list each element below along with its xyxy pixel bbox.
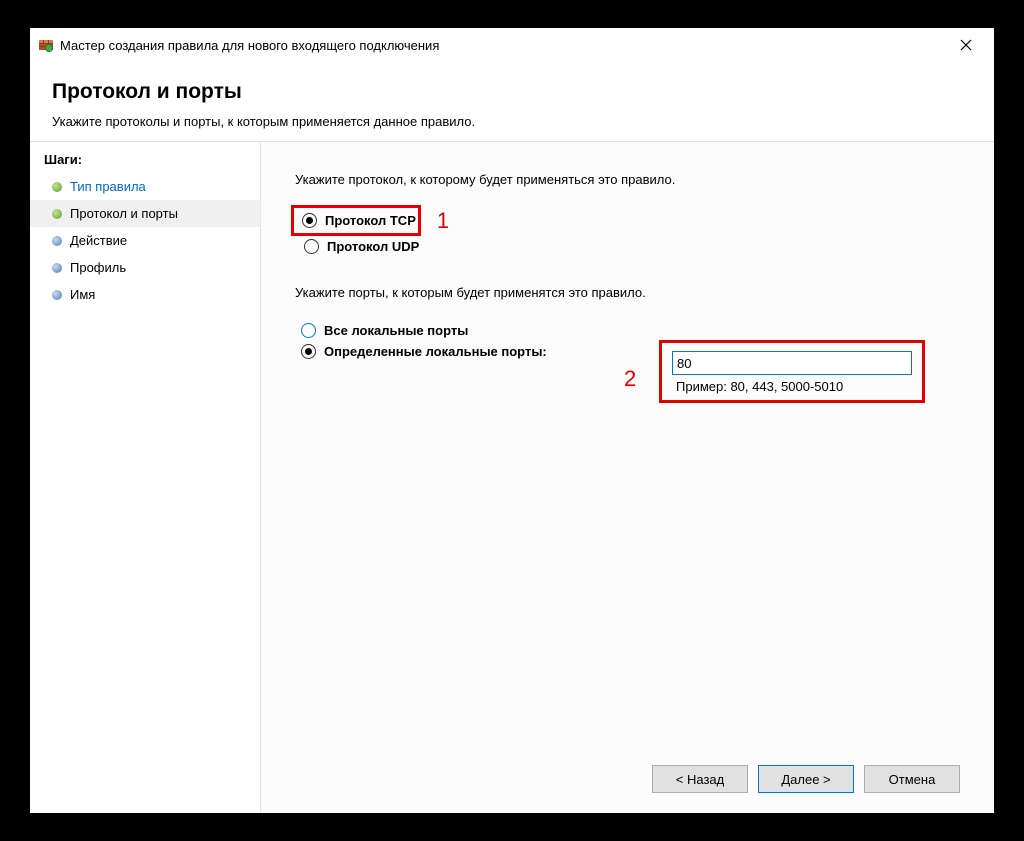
port-example: Пример: 80, 443, 5000-5010 bbox=[672, 379, 912, 394]
protocol-prompt: Укажите протокол, к которому будет приме… bbox=[295, 172, 960, 187]
step-protocol-ports[interactable]: Протокол и порты bbox=[30, 200, 260, 227]
window-title: Мастер создания правила для нового входя… bbox=[60, 38, 940, 53]
step-bullet-icon bbox=[52, 182, 62, 192]
step-label: Имя bbox=[70, 287, 95, 302]
ports-input-area: Пример: 80, 443, 5000-5010 bbox=[659, 340, 925, 403]
annotation-box-1: Протокол TCP bbox=[291, 205, 421, 236]
close-button[interactable] bbox=[946, 31, 986, 59]
radio-tcp[interactable] bbox=[302, 213, 317, 228]
step-label: Протокол и порты bbox=[70, 206, 178, 221]
page-title: Протокол и порты bbox=[52, 80, 972, 104]
steps-header: Шаги: bbox=[30, 148, 260, 173]
step-rule-type[interactable]: Тип правила bbox=[30, 173, 260, 200]
radio-all-ports-label[interactable]: Все локальные порты bbox=[324, 323, 468, 338]
step-name[interactable]: Имя bbox=[30, 281, 260, 308]
wizard-body: Шаги: Тип правила Протокол и порты Дейст… bbox=[30, 141, 994, 813]
step-bullet-icon bbox=[52, 290, 62, 300]
content-inner: Укажите протокол, к которому будет приме… bbox=[295, 172, 960, 751]
steps-sidebar: Шаги: Тип правила Протокол и порты Дейст… bbox=[30, 142, 260, 813]
next-button[interactable]: Далее > bbox=[758, 765, 854, 793]
titlebar: Мастер создания правила для нового входя… bbox=[30, 28, 994, 62]
step-label: Тип правила bbox=[70, 179, 146, 194]
back-button[interactable]: < Назад bbox=[652, 765, 748, 793]
step-bullet-icon bbox=[52, 236, 62, 246]
wizard-window: Мастер создания правила для нового входя… bbox=[30, 28, 994, 813]
wizard-header: Протокол и порты Укажите протоколы и пор… bbox=[30, 62, 994, 141]
port-input[interactable] bbox=[672, 351, 912, 375]
step-bullet-icon bbox=[52, 209, 62, 219]
close-icon bbox=[960, 39, 972, 51]
radio-specific-ports[interactable] bbox=[301, 344, 316, 359]
annotation-box-2: Пример: 80, 443, 5000-5010 bbox=[659, 340, 925, 403]
radio-tcp-row[interactable]: Протокол TCP bbox=[296, 210, 416, 231]
radio-specific-ports-label[interactable]: Определенные локальные порты: bbox=[324, 344, 547, 359]
protocol-group: Протокол TCP 1 Протокол UDP bbox=[295, 205, 960, 257]
wizard-footer: < Назад Далее > Отмена bbox=[295, 751, 960, 793]
page-subtitle: Укажите протоколы и порты, к которым при… bbox=[52, 114, 972, 129]
radio-tcp-label[interactable]: Протокол TCP bbox=[325, 213, 416, 228]
wizard-content: Укажите протокол, к которому будет приме… bbox=[260, 142, 994, 813]
step-bullet-icon bbox=[52, 263, 62, 273]
radio-udp[interactable] bbox=[304, 239, 319, 254]
firewall-icon bbox=[38, 37, 54, 53]
step-action[interactable]: Действие bbox=[30, 227, 260, 254]
radio-udp-label[interactable]: Протокол UDP bbox=[327, 239, 419, 254]
radio-all-ports[interactable] bbox=[301, 323, 316, 338]
radio-all-ports-row[interactable]: Все локальные порты bbox=[295, 320, 960, 341]
cancel-button[interactable]: Отмена bbox=[864, 765, 960, 793]
ports-prompt: Укажите порты, к которым будет применятс… bbox=[295, 285, 960, 300]
step-profile[interactable]: Профиль bbox=[30, 254, 260, 281]
radio-udp-row[interactable]: Протокол UDP bbox=[298, 236, 960, 257]
annotation-1: 1 bbox=[437, 208, 449, 234]
step-label: Действие bbox=[70, 233, 127, 248]
step-label: Профиль bbox=[70, 260, 126, 275]
annotation-2: 2 bbox=[624, 366, 636, 392]
